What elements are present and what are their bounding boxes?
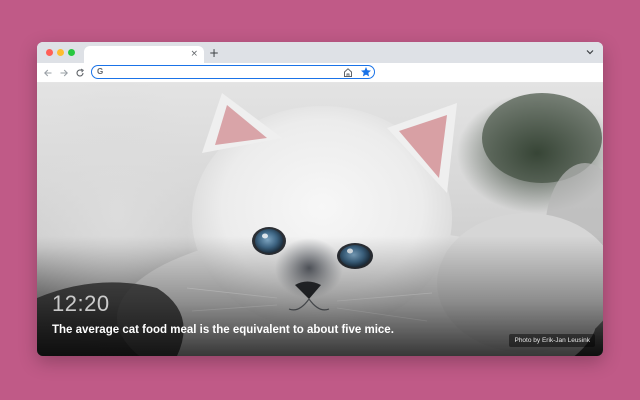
chevron-down-icon[interactable] <box>586 47 594 57</box>
browser-toolbar: G <box>37 63 603 83</box>
clock-time: 12:20 <box>52 291 110 316</box>
browser-window: × + G 12:20 The average cat food meal is… <box>37 42 603 356</box>
cat-fact-text: The average cat food meal is the equival… <box>52 324 394 336</box>
arrow-left-icon[interactable] <box>43 67 53 79</box>
close-window-button[interactable] <box>46 49 53 56</box>
minimize-window-button[interactable] <box>57 49 64 56</box>
new-tab-button[interactable]: + <box>209 46 219 60</box>
tab-close-button[interactable]: × <box>190 48 198 60</box>
browser-tab[interactable]: × <box>84 46 204 63</box>
star-icon[interactable] <box>360 66 372 78</box>
title-bar: × + <box>37 42 603 63</box>
reload-icon[interactable] <box>75 67 85 79</box>
new-tab-page: 12:20 The average cat food meal is the e… <box>37 83 603 356</box>
home-icon[interactable] <box>343 67 353 78</box>
arrow-right-icon[interactable] <box>59 67 69 79</box>
address-bar[interactable]: G <box>91 65 375 79</box>
search-provider-icon: G <box>97 67 104 76</box>
zoom-window-button[interactable] <box>68 49 75 56</box>
photo-credit[interactable]: Photo by Erik-Jan Leusink <box>509 334 595 347</box>
